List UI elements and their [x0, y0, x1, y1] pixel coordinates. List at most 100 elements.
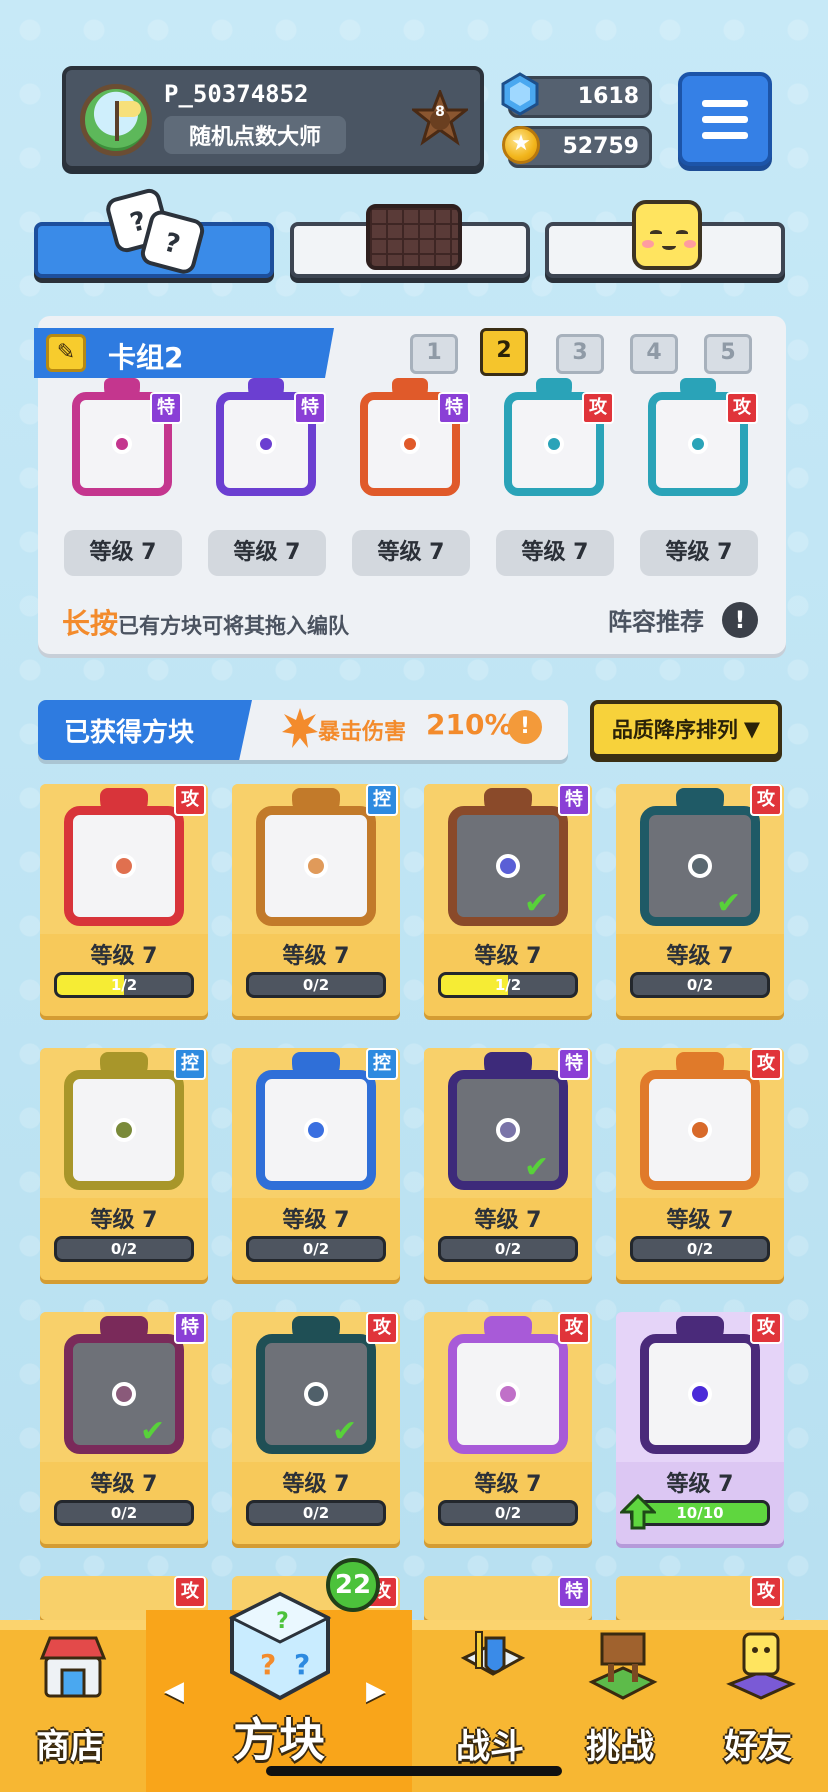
progress-text: 0/2 — [302, 1504, 330, 1522]
type-badge: 特 — [294, 392, 326, 424]
deck-tab-2[interactable]: 2 — [480, 328, 528, 376]
checkmark-icon: ✔ — [716, 886, 742, 921]
card-level: 等级 7 — [474, 1208, 542, 1233]
gem-icon — [500, 72, 540, 116]
owned-card[interactable]: 攻等级 7 1/2 — [40, 784, 208, 1016]
card-core-icon — [112, 854, 136, 878]
menu-line — [702, 99, 748, 107]
owned-card[interactable]: 攻等级 7 0/2 — [616, 1048, 784, 1280]
card-core-icon — [496, 1382, 520, 1406]
sort-dropdown[interactable]: 品质降序排列 ▼ — [590, 700, 782, 758]
type-badge: 攻 — [366, 1312, 398, 1344]
owned-card[interactable]: 特 ✔ 等级 7 0/2 — [40, 1312, 208, 1544]
svg-text:?: ? — [294, 1648, 310, 1681]
checkmark-icon: ✔ — [332, 1414, 358, 1449]
mystery-block-icon: ? ? ? — [220, 1588, 340, 1708]
nav-friends-label: 好友 — [724, 1727, 792, 1767]
progress-text: 0/2 — [686, 976, 714, 994]
progress-bar: 1/2 — [438, 972, 578, 998]
progress-bar: 0/2 — [438, 1236, 578, 1262]
card-level: 等级 7 — [282, 1472, 350, 1497]
progress-text: 1/2 — [494, 976, 522, 994]
challenge-sign-icon — [586, 1628, 660, 1702]
nav-challenge[interactable]: 挑战 — [550, 1620, 690, 1792]
progress-bar: 0/2 — [246, 972, 386, 998]
card-level: 等级 7 — [474, 944, 542, 969]
card-core-icon — [400, 434, 420, 454]
deck-tab-3[interactable]: 3 — [556, 334, 604, 374]
home-indicator[interactable] — [266, 1766, 562, 1776]
progress-bar: 0/2 — [54, 1500, 194, 1526]
card-level: 等级 7 — [90, 1472, 158, 1497]
type-badge: 特 — [174, 1312, 206, 1344]
progress-bar: 0/2 — [630, 1236, 770, 1262]
player-profile-card[interactable]: P_50374852 随机点数大师 8 — [62, 66, 484, 170]
owned-card[interactable]: 攻等级 7 10/10 — [616, 1312, 784, 1544]
deck-card[interactable]: 特 — [348, 378, 474, 514]
board-icon — [366, 204, 462, 270]
progress-text: 0/2 — [686, 1240, 714, 1258]
nav-shop[interactable]: 商店 — [0, 1620, 140, 1792]
info-icon[interactable]: ! — [722, 602, 758, 638]
friend-block-icon — [724, 1628, 798, 1702]
owned-card[interactable]: 控等级 7 0/2 — [232, 1048, 400, 1280]
type-badge: 攻 — [174, 1576, 206, 1608]
card-core-icon — [304, 1382, 328, 1406]
nav-challenge-label: 挑战 — [586, 1727, 654, 1767]
progress-text: 0/2 — [494, 1504, 522, 1522]
owned-card[interactable]: 攻 ✔ 等级 7 0/2 — [232, 1312, 400, 1544]
owned-card-partial[interactable]: 特 — [424, 1576, 592, 1620]
deck-card[interactable]: 攻 — [492, 378, 618, 514]
deck-card[interactable]: 特 — [60, 378, 186, 514]
card-core-icon — [304, 1118, 328, 1142]
menu-button[interactable] — [678, 72, 772, 166]
deck-card[interactable]: 攻 — [636, 378, 762, 514]
upgrade-arrow-icon[interactable] — [618, 1493, 658, 1530]
owned-card[interactable]: 攻 ✔ 等级 7 0/2 — [616, 784, 784, 1016]
avatar[interactable] — [80, 84, 152, 156]
owned-card-partial[interactable]: 攻 — [616, 1576, 784, 1620]
emoji-mouth — [662, 242, 676, 250]
card-core-icon — [112, 1382, 136, 1406]
owned-card[interactable]: 控等级 7 0/2 — [232, 784, 400, 1016]
hint-accent: 长按 — [62, 607, 119, 640]
emoji-cheek — [684, 240, 696, 248]
owned-card[interactable]: 控等级 7 0/2 — [40, 1048, 208, 1280]
arrow-left-icon[interactable]: ◀ — [164, 1676, 184, 1706]
nav-friends[interactable]: 好友 — [688, 1620, 828, 1792]
lineup-recommend-button[interactable]: 阵容推荐 — [608, 602, 704, 637]
owned-card[interactable]: 攻等级 7 0/2 — [424, 1312, 592, 1544]
card-level: 等级 7 — [282, 1208, 350, 1233]
type-badge: 攻 — [726, 392, 758, 424]
checkmark-icon: ✔ — [524, 886, 550, 921]
crit-info-icon[interactable]: ! — [508, 710, 542, 744]
owned-card[interactable]: 特 ✔ 等级 7 1/2 — [424, 784, 592, 1016]
arrow-right-icon[interactable]: ▶ — [366, 1676, 386, 1706]
emoji-cheek — [642, 240, 654, 248]
type-badge: 攻 — [750, 1048, 782, 1080]
card-core-icon — [688, 1382, 712, 1406]
type-badge: 特 — [150, 392, 182, 424]
svg-text:?: ? — [260, 1648, 276, 1681]
pencil-edit-icon[interactable]: ✎ — [46, 334, 86, 372]
rank-number: 8 — [435, 104, 445, 120]
progress-bar: 1/2 — [54, 972, 194, 998]
crit-damage-value: 210% — [426, 708, 513, 741]
progress-bar: 0/2 — [54, 1236, 194, 1262]
flag-cloth — [119, 101, 141, 117]
type-badge: 特 — [558, 784, 590, 816]
menu-line — [702, 115, 748, 123]
deck-tab-5[interactable]: 5 — [704, 334, 752, 374]
deck-card[interactable]: 特 — [204, 378, 330, 514]
card-level: 等级 7 — [90, 944, 158, 969]
card-core-icon — [496, 854, 520, 878]
deck-tab-4[interactable]: 4 — [630, 334, 678, 374]
deck-tab-1[interactable]: 1 — [410, 334, 458, 374]
card-core-icon — [688, 1118, 712, 1142]
card-core-icon — [688, 434, 708, 454]
owned-card[interactable]: 特 ✔ 等级 7 0/2 — [424, 1048, 592, 1280]
emoji-eye — [650, 230, 662, 236]
owned-title: 已获得方块 — [64, 718, 195, 748]
progress-text: 0/2 — [302, 976, 330, 994]
emoji-eye — [676, 230, 688, 236]
